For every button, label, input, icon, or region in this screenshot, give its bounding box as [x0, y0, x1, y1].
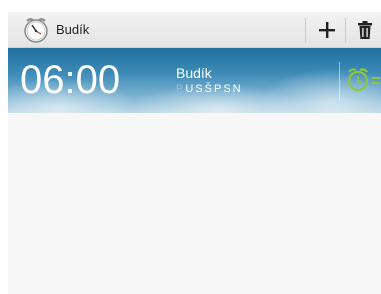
delete-alarm-button[interactable] [350, 16, 380, 44]
day-label: U [185, 83, 196, 95]
plus-icon [319, 22, 335, 38]
toolbar-divider [345, 18, 346, 42]
trash-icon [358, 21, 372, 39]
row-divider [339, 62, 340, 100]
day-label: S [223, 83, 233, 95]
day-label: P [176, 83, 186, 95]
alarm-repeat-days: P U S Š P S N [176, 82, 243, 96]
add-alarm-button[interactable] [312, 16, 342, 44]
action-bar: Budík [8, 12, 381, 48]
day-label: N [232, 83, 243, 95]
alarm-name: Budík [176, 65, 212, 81]
app-title: Budík [56, 22, 90, 37]
day-label: Š [204, 83, 214, 95]
alarm-on-icon[interactable] [346, 66, 380, 94]
alarm-list-item[interactable]: 06:00 Budík P U S Š P S N [8, 48, 381, 113]
left-edge [0, 0, 8, 294]
alarm-list-empty-area [8, 113, 381, 294]
alarm-clock-icon[interactable] [22, 16, 50, 44]
screen: Budík 06:00 Budík P U S Š P S N [0, 0, 381, 294]
toolbar-divider [305, 18, 306, 42]
alarm-time: 06:00 [20, 58, 121, 102]
day-label: P [213, 83, 224, 95]
day-label: S [195, 83, 205, 95]
